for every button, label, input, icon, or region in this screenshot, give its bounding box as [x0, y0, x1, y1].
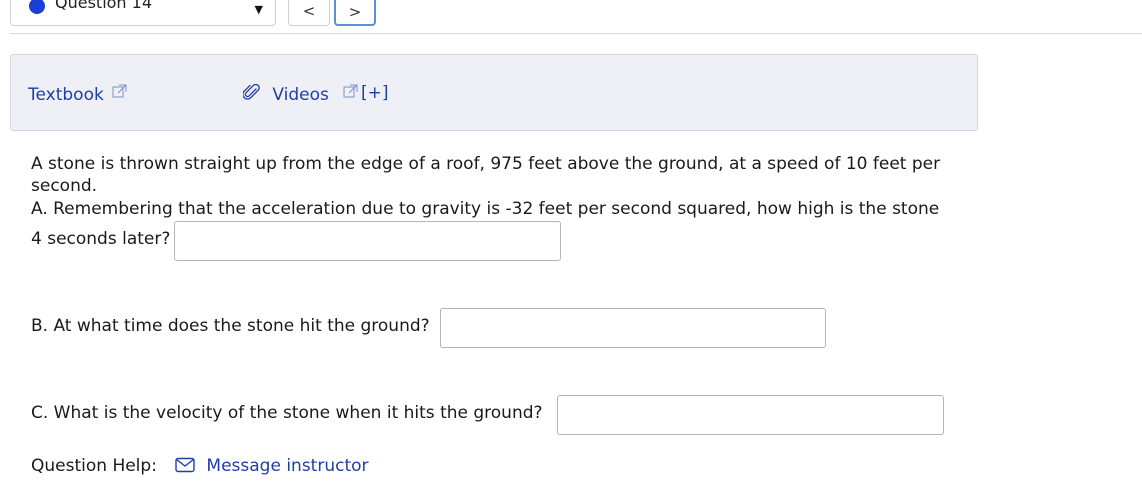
- message-instructor-label: Message instructor: [206, 456, 369, 476]
- question-help-label: Question Help:: [31, 456, 157, 476]
- previous-question-button[interactable]: <: [288, 0, 330, 26]
- question-selector[interactable]: Question 14 ▼: [10, 0, 276, 26]
- external-link-icon: [343, 83, 358, 103]
- part-c-answer-input[interactable]: [557, 395, 944, 435]
- envelope-icon: [175, 457, 195, 478]
- circle-dot-icon: [29, 0, 45, 14]
- textbook-link[interactable]: Textbook: [28, 83, 127, 105]
- question-label: Question 14: [55, 0, 153, 12]
- part-c-question: C. What is the velocity of the stone whe…: [31, 403, 543, 423]
- expand-resources-link[interactable]: [+]: [361, 83, 389, 103]
- videos-label: Videos: [272, 85, 329, 105]
- videos-link[interactable]: Videos: [242, 83, 358, 107]
- external-link-icon: [112, 83, 127, 103]
- divider: [10, 33, 1142, 34]
- resources-panel: Textbook Videos [+]: [10, 54, 978, 131]
- problem-intro-line1: A stone is thrown straight up from the e…: [31, 154, 941, 174]
- part-a-answer-input[interactable]: [174, 221, 561, 261]
- textbook-label: Textbook: [28, 85, 104, 105]
- part-a-question-line1: A. Remembering that the acceleration due…: [31, 199, 940, 219]
- dropdown-caret-icon: ▼: [254, 3, 263, 16]
- message-instructor-link[interactable]: Message instructor: [175, 456, 369, 478]
- paperclip-icon: [242, 83, 261, 107]
- part-b-answer-input[interactable]: [440, 308, 826, 348]
- part-a-question-line2: 4 seconds later?: [31, 229, 171, 249]
- next-question-button[interactable]: >: [334, 0, 376, 26]
- problem-intro-line2: second.: [31, 176, 98, 196]
- part-b-question: B. At what time does the stone hit the g…: [31, 316, 430, 336]
